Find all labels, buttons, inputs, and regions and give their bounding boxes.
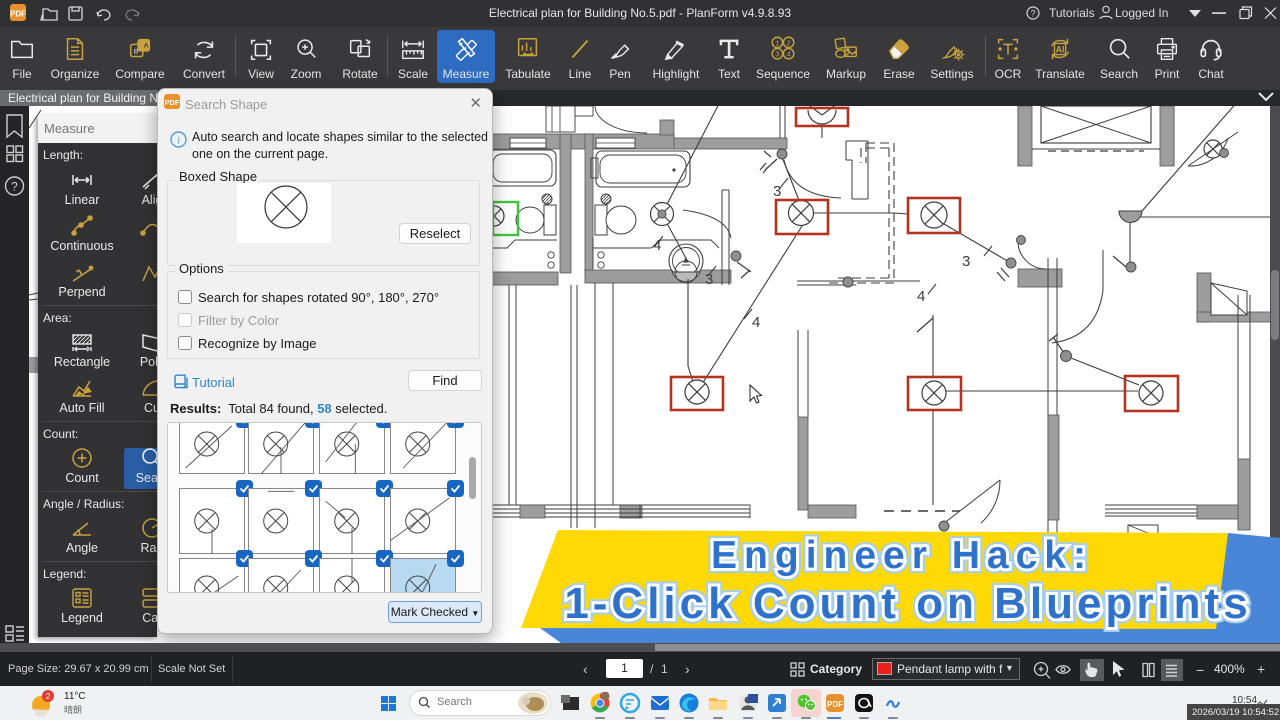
svg-text:AI: AI — [1056, 45, 1065, 55]
svg-text:A: A — [144, 43, 149, 50]
svg-text:3: 3 — [773, 183, 781, 200]
svg-text:4: 4 — [917, 288, 925, 305]
svg-text:4: 4 — [653, 237, 661, 254]
svg-text:2: 2 — [787, 38, 791, 47]
svg-text:?: ? — [1030, 9, 1035, 19]
svg-text:Logged In: Logged In — [1115, 6, 1168, 20]
svg-text:4: 4 — [752, 314, 760, 331]
svg-text:B: B — [134, 49, 138, 56]
svg-text:?: ? — [11, 180, 18, 194]
svg-text:PDF: PDF — [827, 700, 843, 709]
svg-text:4: 4 — [787, 49, 791, 58]
svg-text:i: i — [177, 136, 180, 147]
svg-text:3: 3 — [962, 253, 970, 270]
svg-text:PDF: PDF — [165, 98, 180, 107]
svg-text:3: 3 — [705, 271, 713, 288]
svg-text:1: 1 — [775, 38, 779, 47]
svg-text:Tutorials: Tutorials — [1049, 6, 1095, 20]
svg-text:3: 3 — [775, 49, 779, 58]
svg-text:2: 2 — [46, 692, 51, 701]
